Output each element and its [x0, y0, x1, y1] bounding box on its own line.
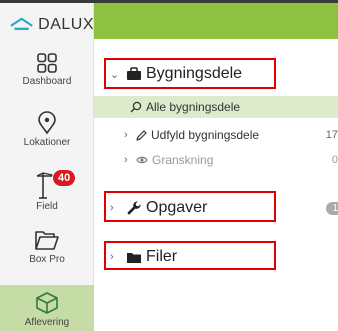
- tree-item-udfyld-bygningsdele[interactable]: › Udfyld bygningsdele 17: [94, 124, 338, 146]
- app-root: DALUX Dashboard Lokationer 40 Field Box …: [0, 0, 338, 331]
- chevron-right-icon: ›: [124, 154, 128, 166]
- nav-label-lokationer: Lokationer: [23, 137, 71, 148]
- tree-label-udfyld-bygningsdele: Udfyld bygningsdele: [151, 128, 260, 142]
- logo-text: DALUX: [38, 16, 94, 33]
- main-panel: ⌄ Bygningsdele Alle bygningsdele › Udfyl…: [94, 3, 338, 331]
- dalux-logo[interactable]: DALUX: [0, 3, 94, 47]
- package-icon: [36, 292, 58, 314]
- house-logo-icon: [10, 17, 33, 30]
- granskning-count: 0: [331, 154, 338, 166]
- nav-item-lokationer[interactable]: Lokationer: [0, 111, 94, 148]
- nav-item-aflevering[interactable]: Aflevering: [0, 285, 94, 331]
- location-pin-icon: [38, 111, 56, 135]
- tree-label-granskning: Granskning: [152, 153, 214, 167]
- tree-item-granskning[interactable]: › Granskning 0: [94, 149, 338, 171]
- nav-label-box-pro: Box Pro: [29, 254, 65, 265]
- nav-item-box-pro[interactable]: Box Pro: [0, 228, 94, 265]
- pencil-icon: [136, 129, 147, 141]
- tree-label-alle-bygningsdele: Alle bygningsdele: [146, 100, 241, 114]
- dashboard-icon: [37, 53, 57, 73]
- search-icon: [130, 101, 142, 113]
- highlight-box-opgaver: [104, 191, 276, 222]
- opgaver-count-badge: 1: [326, 201, 338, 215]
- field-notification-badge: 40: [52, 169, 77, 187]
- nav-label-dashboard: Dashboard: [22, 76, 72, 87]
- nav-item-field[interactable]: 40 Field: [0, 169, 94, 212]
- header-bar: [94, 3, 338, 39]
- highlight-box-bygningsdele: [104, 58, 276, 89]
- chevron-right-icon: ›: [124, 129, 128, 141]
- nav-label-aflevering: Aflevering: [24, 317, 70, 328]
- left-nav: DALUX Dashboard Lokationer 40 Field Box …: [0, 3, 94, 331]
- folder-open-icon: [35, 231, 59, 250]
- udfyld-count: 17: [325, 129, 338, 141]
- nav-label-field: Field: [36, 201, 58, 212]
- nav-item-dashboard[interactable]: Dashboard: [0, 52, 94, 87]
- highlight-box-filer: [104, 241, 276, 270]
- tree-item-alle-bygningsdele[interactable]: Alle bygningsdele: [94, 96, 338, 118]
- eye-icon: [136, 156, 148, 164]
